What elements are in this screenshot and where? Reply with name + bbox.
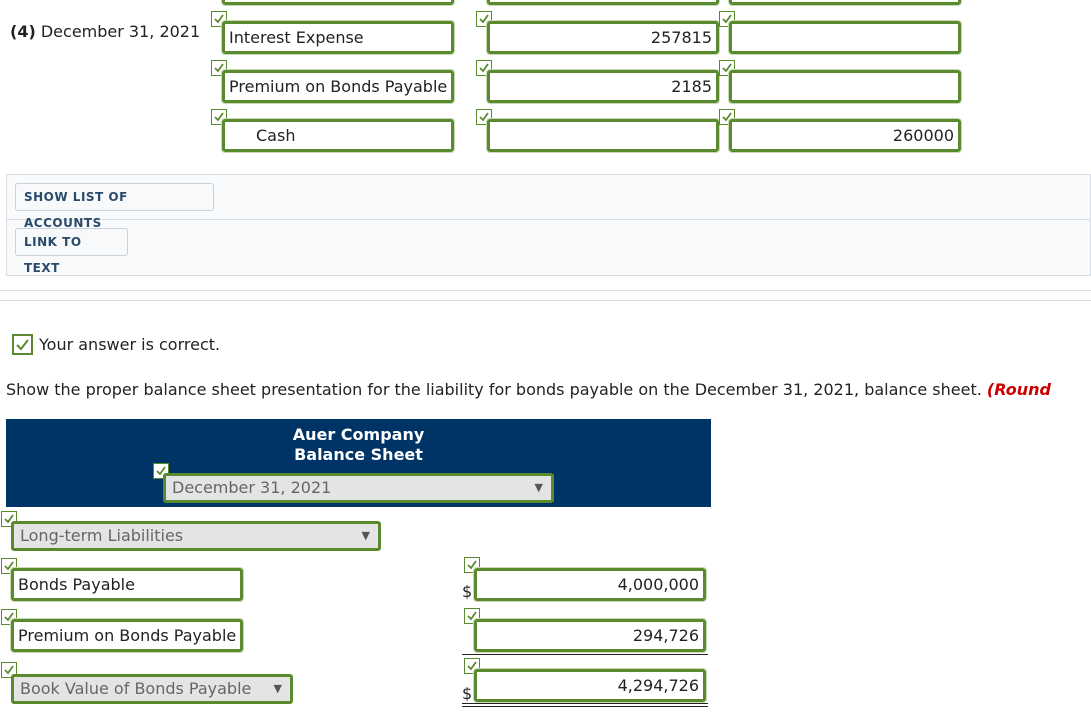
- dropdown-arrow-icon: ▼: [273, 682, 282, 695]
- section-select-value: Long-term Liabilities: [20, 526, 184, 545]
- question-emphasis: (Round: [986, 380, 1051, 399]
- link-to-text-button[interactable]: LINK TO TEXT: [15, 228, 128, 275]
- statement-name: Balance Sheet: [294, 445, 423, 464]
- correct-message: Your answer is correct.: [39, 335, 221, 354]
- entry-date: December 31, 2021: [40, 22, 201, 41]
- date-select[interactable]: December 31, 2021 ▼: [163, 473, 554, 503]
- section-select[interactable]: Long-term Liabilities ▼: [11, 521, 381, 551]
- bs-account-field[interactable]: Bonds Payable: [10, 567, 244, 602]
- journal-debit-field[interactable]: [486, 118, 720, 153]
- book-value-select[interactable]: Book Value of Bonds Payable ▼: [11, 674, 293, 704]
- journal-debit-field[interactable]: 2185: [486, 69, 720, 104]
- entry-heading: (4) December 31, 2021: [10, 22, 200, 41]
- bs-account-field[interactable]: Premium on Bonds Payable: [10, 618, 244, 653]
- currency-symbol: $: [462, 582, 473, 601]
- section-divider: [0, 290, 1091, 291]
- currency-symbol: $: [462, 684, 473, 703]
- bs-amount-field[interactable]: 294,726: [473, 618, 707, 653]
- journal-account-field-prev[interactable]: [221, 0, 455, 6]
- journal-account-field[interactable]: Premium on Bonds Payable: [221, 69, 455, 104]
- correct-check-icon: [12, 334, 33, 355]
- bs-amount-field[interactable]: 4,000,000: [473, 567, 707, 602]
- date-select-value: December 31, 2021: [172, 478, 332, 497]
- section-divider: [0, 300, 1091, 301]
- journal-debit-field-prev[interactable]: [486, 0, 720, 6]
- bs-amount-field[interactable]: 4,294,726: [473, 668, 707, 703]
- question-body: Show the proper balance sheet presentati…: [6, 380, 982, 399]
- journal-credit-field[interactable]: 260000: [728, 118, 962, 153]
- total-double-underline: [462, 706, 708, 707]
- journal-account-field[interactable]: Cash: [221, 118, 455, 153]
- journal-credit-field[interactable]: [728, 69, 962, 104]
- journal-account-field[interactable]: Interest Expense: [221, 20, 455, 55]
- journal-credit-field-prev[interactable]: [728, 0, 962, 6]
- journal-credit-field[interactable]: [728, 20, 962, 55]
- dropdown-arrow-icon: ▼: [534, 481, 543, 494]
- entry-label: (4): [10, 22, 36, 41]
- book-value-select-value: Book Value of Bonds Payable: [20, 679, 252, 698]
- subtotal-underline: [462, 654, 708, 655]
- question-text: Show the proper balance sheet presentati…: [6, 380, 1051, 399]
- company-name: Auer Company: [292, 425, 425, 444]
- show-list-of-accounts-button[interactable]: SHOW LIST OF ACCOUNTS: [15, 183, 214, 230]
- journal-debit-field[interactable]: 257815: [486, 20, 720, 55]
- panel-divider: [6, 219, 1091, 220]
- total-double-underline: [462, 703, 708, 704]
- dropdown-arrow-icon: ▼: [361, 529, 370, 542]
